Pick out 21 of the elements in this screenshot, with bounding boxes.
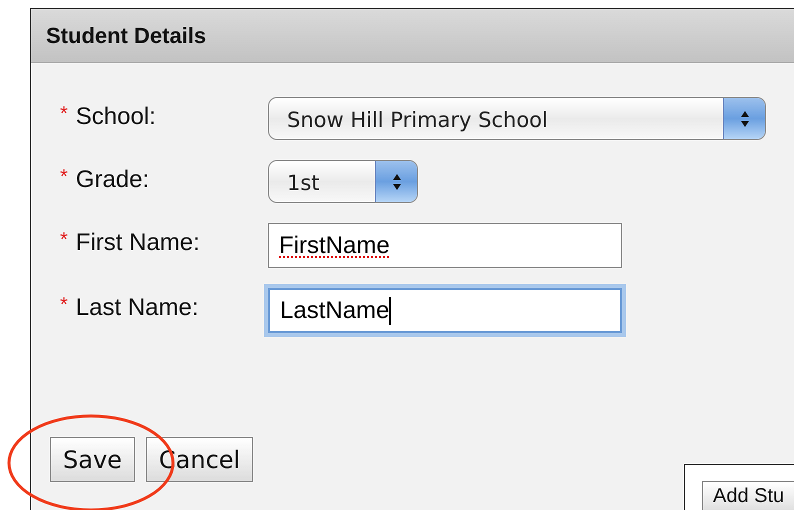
text-field[interactable]: FirstName	[268, 223, 622, 268]
dropdown[interactable]: Snow Hill Primary School	[268, 97, 766, 140]
dropdown-value: Snow Hill Primary School	[286, 107, 549, 134]
stepper-arrows-icon	[392, 172, 402, 190]
dropdown[interactable]: 1st	[268, 160, 418, 203]
field-value: FirstName	[279, 230, 390, 260]
dropdown-value: 1st	[286, 170, 321, 197]
text-cursor	[389, 296, 392, 324]
required-marker: *	[60, 102, 68, 127]
save-button[interactable]: Save	[50, 437, 135, 482]
field-value: LastName	[280, 296, 390, 326]
required-marker: *	[60, 228, 68, 253]
field-label: First Name:	[76, 228, 200, 258]
field-label: Last Name:	[76, 293, 199, 323]
field-label: Grade:	[76, 165, 150, 195]
required-marker: *	[60, 293, 68, 318]
field-label: School:	[76, 102, 156, 132]
stepper-arrows-icon	[740, 110, 750, 128]
required-marker: *	[60, 165, 68, 190]
add-button[interactable]: Add Stu	[702, 481, 794, 510]
panel-title: Student Details	[46, 22, 206, 50]
